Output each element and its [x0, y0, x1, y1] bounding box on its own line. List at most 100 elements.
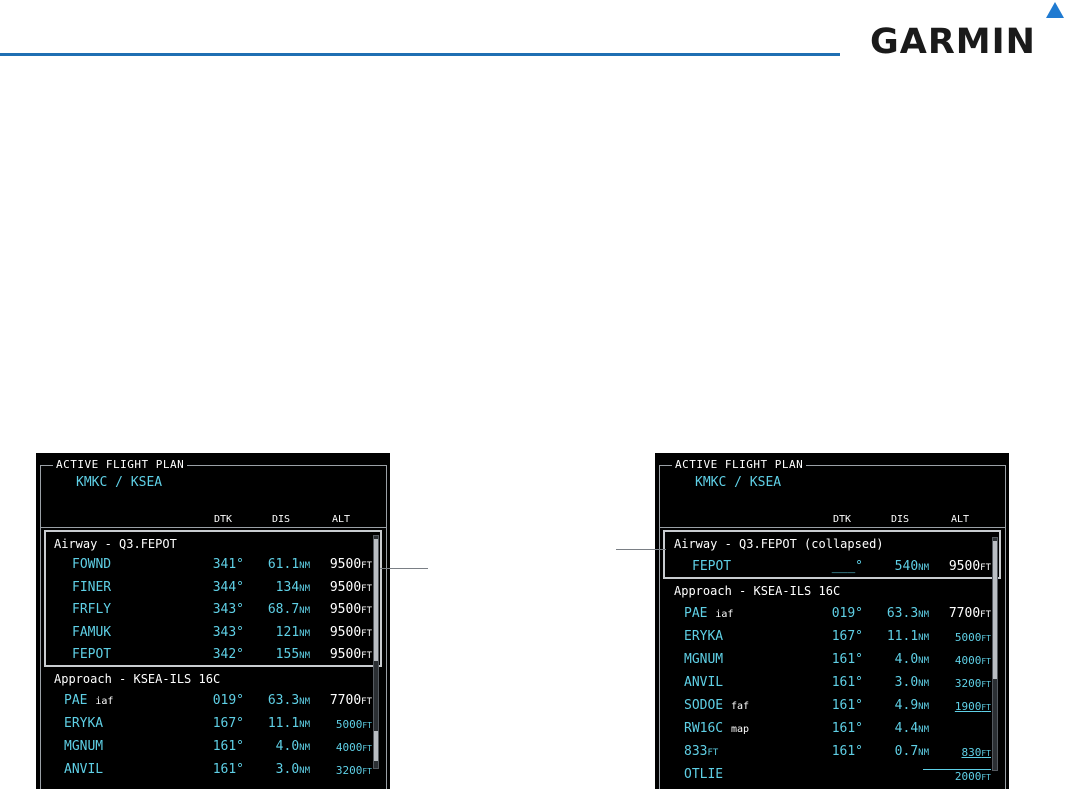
waypoint-name: FAMUK: [72, 625, 111, 640]
waypoint-id: 833: [684, 744, 708, 759]
dtk-value: ___°: [831, 559, 863, 574]
alt-unit: FT: [981, 773, 991, 782]
waypoint-id: RW16C: [684, 721, 724, 736]
alt-number: 3200: [335, 764, 363, 777]
col-header-dtk: DTK: [833, 514, 852, 525]
alt-unit: FT: [980, 563, 991, 573]
dis-number: 155: [275, 647, 300, 662]
airway-group-header[interactable]: Airway - Q3.FEPOT (collapsed): [674, 537, 884, 551]
waypoint-id: ANVIL: [64, 762, 104, 777]
alt-value: 9500FT: [304, 647, 372, 662]
scrollbar-thumb[interactable]: [374, 539, 378, 661]
panel-title: ACTIVE FLIGHT PLAN: [672, 458, 807, 471]
scrollbar[interactable]: [373, 535, 379, 769]
dtk-value: 161°: [831, 652, 863, 667]
scrollbar[interactable]: [992, 537, 998, 771]
dtk-value: 161°: [831, 721, 863, 736]
dis-number: 4.9: [894, 698, 919, 713]
dis-unit: NM: [918, 725, 929, 735]
header-divider: [659, 527, 1006, 528]
active-flight-plan-expanded: ACTIVE FLIGHT PLAN KMKC / KSEA DTK DIS A…: [36, 453, 390, 789]
alt-value: 9500FT: [304, 625, 372, 640]
alt-value: 2000FT: [923, 769, 991, 783]
dis-number: 11.1: [267, 716, 300, 731]
alt-value: 7700FT: [304, 693, 372, 708]
waypoint-id: OTLIE: [684, 767, 724, 782]
dis-value: 134NM: [254, 580, 310, 595]
dtk-value: 161°: [831, 698, 863, 713]
alt-value: 1900FT: [923, 700, 991, 713]
col-header-alt: ALT: [951, 514, 970, 525]
waypoint-name: MGNUM: [64, 739, 103, 754]
waypoint-name: PAE iaf: [684, 606, 733, 621]
col-header-alt: ALT: [332, 514, 351, 525]
alt-unit: FT: [361, 697, 372, 707]
waypoint-name: FEPOT: [692, 559, 731, 574]
airway-group-header[interactable]: Airway - Q3.FEPOT: [54, 537, 177, 551]
garmin-delta-icon: [1046, 2, 1064, 18]
alt-value: 5000FT: [923, 631, 991, 644]
alt-number: 9500: [329, 557, 362, 572]
alt-unit: FT: [980, 610, 991, 620]
alt-unit: FT: [981, 749, 991, 758]
waypoint-id: MGNUM: [684, 652, 724, 667]
garmin-logo: GARMIN: [870, 2, 1070, 66]
alt-unit: FT: [361, 561, 372, 571]
col-header-dis: DIS: [891, 514, 910, 525]
scrollbar-thumb[interactable]: [374, 731, 378, 761]
dtk-value: 161°: [212, 739, 244, 754]
waypoint-name: ANVIL: [684, 675, 723, 690]
dis-value: 61.1NM: [254, 557, 310, 572]
dis-value: 540NM: [873, 559, 929, 574]
alt-number: 5000: [954, 631, 982, 644]
alt-number: 9500: [329, 624, 362, 640]
dis-number: 540: [894, 559, 919, 574]
callout-line: [380, 568, 428, 569]
approach-group-header[interactable]: Approach - KSEA-ILS 16C: [674, 584, 840, 598]
dis-value: 4.4NM: [873, 721, 929, 736]
waypoint-name: MGNUM: [684, 652, 723, 667]
alt-unit: FT: [361, 583, 372, 594]
waypoint-unit: FT: [707, 748, 719, 758]
alt-value: 7700FT: [923, 606, 991, 621]
alt-value: 9500FT: [304, 602, 372, 617]
waypoint-id: ERYKA: [684, 629, 724, 644]
waypoint-tag: iaf: [95, 696, 114, 707]
waypoint-name: ERYKA: [64, 716, 103, 731]
waypoint-name: SODOE faf: [684, 698, 749, 713]
dis-value: 4.0NM: [873, 652, 929, 667]
alt-unit: FT: [361, 628, 372, 639]
dis-value: 11.1NM: [873, 629, 929, 644]
dis-number: 0.7: [894, 744, 919, 759]
dtk-value: 344°: [212, 579, 244, 595]
waypoint-id: FOWND: [72, 557, 112, 572]
approach-group-header[interactable]: Approach - KSEA-ILS 16C: [54, 672, 220, 686]
dis-number: 61.1: [267, 557, 300, 572]
dis-number: 63.3: [267, 693, 300, 708]
alt-unit: FT: [981, 703, 991, 712]
col-header-dtk: DTK: [214, 514, 233, 525]
alt-value: 9500FT: [923, 559, 991, 574]
alt-value: 9500FT: [304, 580, 372, 595]
waypoint-name: RW16C map: [684, 721, 749, 736]
route-label: KMKC / KSEA: [695, 475, 782, 490]
waypoint-tag: faf: [730, 701, 750, 712]
dis-value: 3.0NM: [254, 762, 310, 777]
alt-number: 2000: [954, 770, 982, 783]
scrollbar-thumb[interactable]: [993, 541, 997, 679]
alt-number: 5000: [335, 718, 363, 731]
waypoint-id: FRFLY: [72, 602, 112, 617]
waypoint-name: ERYKA: [684, 629, 723, 644]
waypoint-tag: iaf: [715, 609, 734, 620]
alt-number: 3200: [954, 677, 982, 690]
waypoint-id: MGNUM: [64, 739, 104, 754]
dtk-value: 343°: [212, 624, 244, 640]
alt-number: 9500: [329, 579, 362, 595]
alt-unit: FT: [362, 767, 372, 776]
dis-number: 3.0: [894, 675, 919, 690]
dis-number: 4.0: [275, 739, 300, 754]
dis-value: 155NM: [254, 647, 310, 662]
alt-number: 9500: [329, 602, 362, 617]
alt-number: 7700: [948, 606, 981, 621]
dis-number: 121: [275, 624, 300, 640]
